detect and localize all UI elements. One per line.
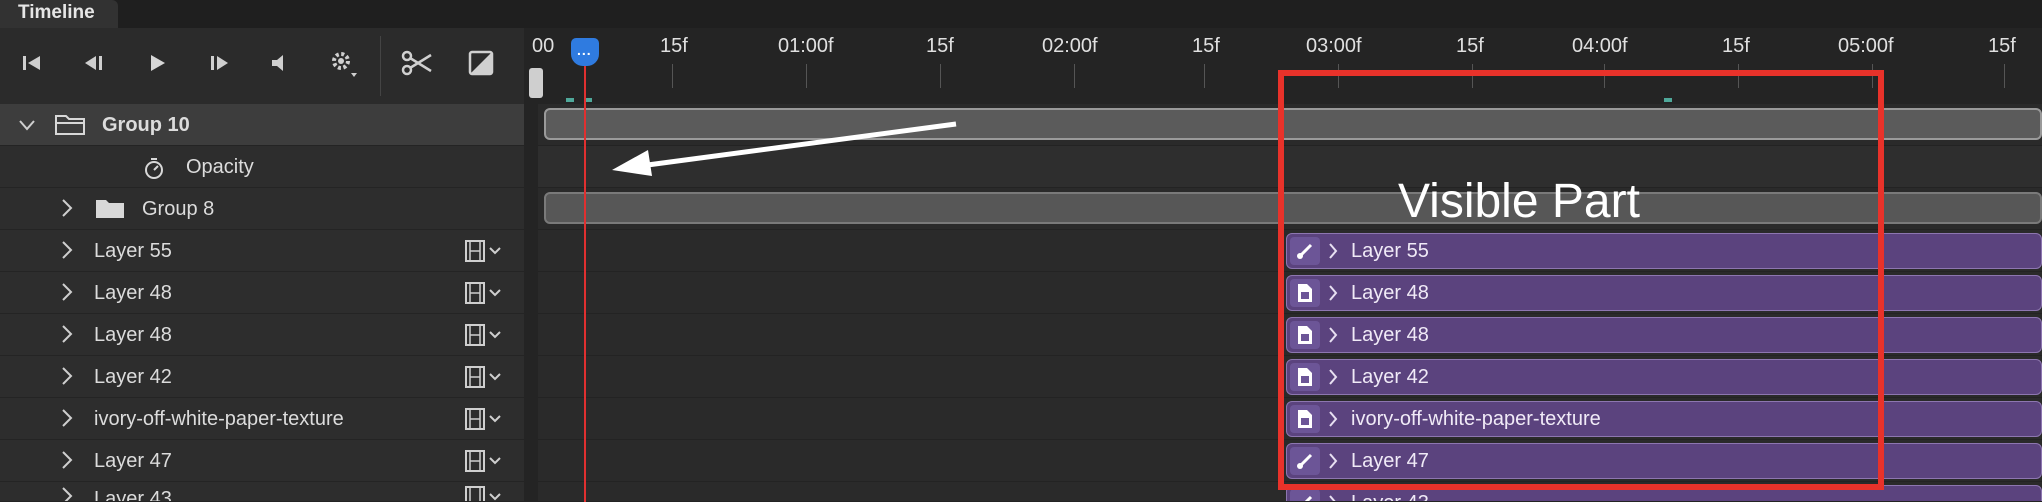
ruler-tick (806, 64, 807, 88)
step-back-icon (85, 56, 102, 70)
annotation-label: Visible Part (1398, 175, 1640, 228)
audio-button[interactable] (262, 46, 296, 80)
audio-icon (272, 55, 283, 71)
layer-row[interactable]: Layer 48 (0, 314, 524, 356)
ruler-label: 15f (1988, 35, 2016, 57)
keyframe-marker (566, 98, 574, 102)
ruler-label: 01:00f (778, 35, 834, 57)
gear-icon (332, 52, 357, 77)
trim-button[interactable] (464, 46, 498, 80)
layer-name: Layer 55 (94, 240, 172, 262)
ruler-label: 15f (926, 35, 954, 57)
chevron-down-icon[interactable] (18, 118, 36, 132)
film-dropdown-icon[interactable] (464, 450, 504, 472)
film-dropdown-icon[interactable] (464, 366, 504, 388)
work-area-start-handle[interactable] (529, 68, 543, 98)
go-to-start-button[interactable] (15, 46, 49, 80)
layer-row[interactable]: Layer 55 (0, 230, 524, 272)
layer-row[interactable]: Layer 48 (0, 272, 524, 314)
film-dropdown-icon[interactable] (464, 324, 504, 346)
ruler-tick (940, 64, 941, 88)
chevron-right-icon[interactable] (60, 198, 74, 218)
clip-name: Layer 43 (1351, 492, 1429, 501)
scissors-icon (401, 50, 432, 76)
layer-row-group-8[interactable]: Group 8 (0, 188, 524, 230)
ruler-label: 02:00f (1042, 35, 1098, 57)
chevron-right-icon[interactable] (60, 282, 74, 302)
layer-name: Group 8 (142, 198, 215, 220)
timeline-toolbar (0, 28, 524, 104)
ruler-label: 00 (532, 35, 555, 57)
film-dropdown-icon[interactable] (464, 486, 504, 502)
ruler-tick (1074, 64, 1075, 88)
layer-row[interactable]: Layer 43 (0, 482, 524, 502)
layers-panel: Group 10 Opacity Group 8 Layer 55 Layer … (0, 28, 524, 502)
ruler-label: 15f (1456, 35, 1484, 57)
film-dropdown-icon[interactable] (464, 408, 504, 430)
playhead-handle[interactable]: ... (571, 38, 599, 66)
film-dropdown-icon[interactable] (464, 282, 504, 304)
settings-button[interactable] (326, 46, 360, 80)
trim-icon (468, 50, 494, 76)
ruler-label: 04:00f (1572, 35, 1628, 57)
layer-row[interactable]: ivory-off-white-paper-texture (0, 398, 524, 440)
film-dropdown-icon[interactable] (464, 240, 504, 262)
tab-timeline-label: Timeline (18, 2, 95, 23)
split-button[interactable] (400, 46, 434, 80)
toolbar-separator (380, 36, 381, 96)
step-forward-button[interactable] (203, 46, 237, 80)
ruler-label: 05:00f (1838, 35, 1894, 57)
layer-row[interactable]: Layer 47 (0, 440, 524, 482)
layer-name: Layer 48 (94, 282, 172, 304)
ruler-tick (2004, 64, 2005, 88)
property-row-opacity[interactable]: Opacity (0, 146, 524, 188)
chevron-right-icon[interactable] (60, 486, 74, 502)
layer-name: Layer 43 (94, 488, 172, 502)
ruler-label: 15f (1722, 35, 1750, 57)
playhead-label: ... (577, 42, 592, 58)
annotation-arrow-icon (612, 121, 957, 176)
ruler-label: 15f (660, 35, 688, 57)
panel-divider[interactable] (524, 28, 538, 502)
layer-name: Layer 48 (94, 324, 172, 346)
folder-icon (96, 200, 124, 218)
chevron-right-icon[interactable] (60, 240, 74, 260)
chevron-right-icon[interactable] (60, 366, 74, 386)
tab-timeline[interactable]: Timeline (0, 0, 118, 28)
playhead-line[interactable] (584, 58, 586, 502)
layer-name: Group 10 (102, 114, 190, 136)
step-back-button[interactable] (76, 46, 110, 80)
go-to-start-icon (23, 56, 40, 70)
layer-name: Layer 42 (94, 366, 172, 388)
play-button[interactable] (140, 46, 174, 80)
ruler-label: 15f (1192, 35, 1220, 57)
layer-name: Layer 47 (94, 450, 172, 472)
layer-row[interactable]: Layer 42 (0, 356, 524, 398)
annotation-rectangle (1278, 70, 1884, 490)
ruler-tick (1204, 64, 1205, 88)
panel-tabbar: Timeline (0, 0, 2042, 28)
play-icon (151, 55, 165, 71)
step-forward-icon (211, 56, 228, 70)
layer-row-group-10[interactable]: Group 10 (0, 104, 524, 146)
layer-name: ivory-off-white-paper-texture (94, 408, 344, 430)
property-name: Opacity (186, 156, 254, 178)
chevron-right-icon[interactable] (60, 408, 74, 428)
chevron-right-icon[interactable] (60, 450, 74, 470)
folder-open-icon (55, 115, 85, 135)
chevron-right-icon[interactable] (60, 324, 74, 344)
chevron-right-icon[interactable] (1327, 494, 1339, 502)
brush-icon (1290, 489, 1320, 501)
ruler-label: 03:00f (1306, 35, 1362, 57)
stopwatch-icon[interactable] (142, 156, 166, 180)
ruler-tick (672, 64, 673, 88)
